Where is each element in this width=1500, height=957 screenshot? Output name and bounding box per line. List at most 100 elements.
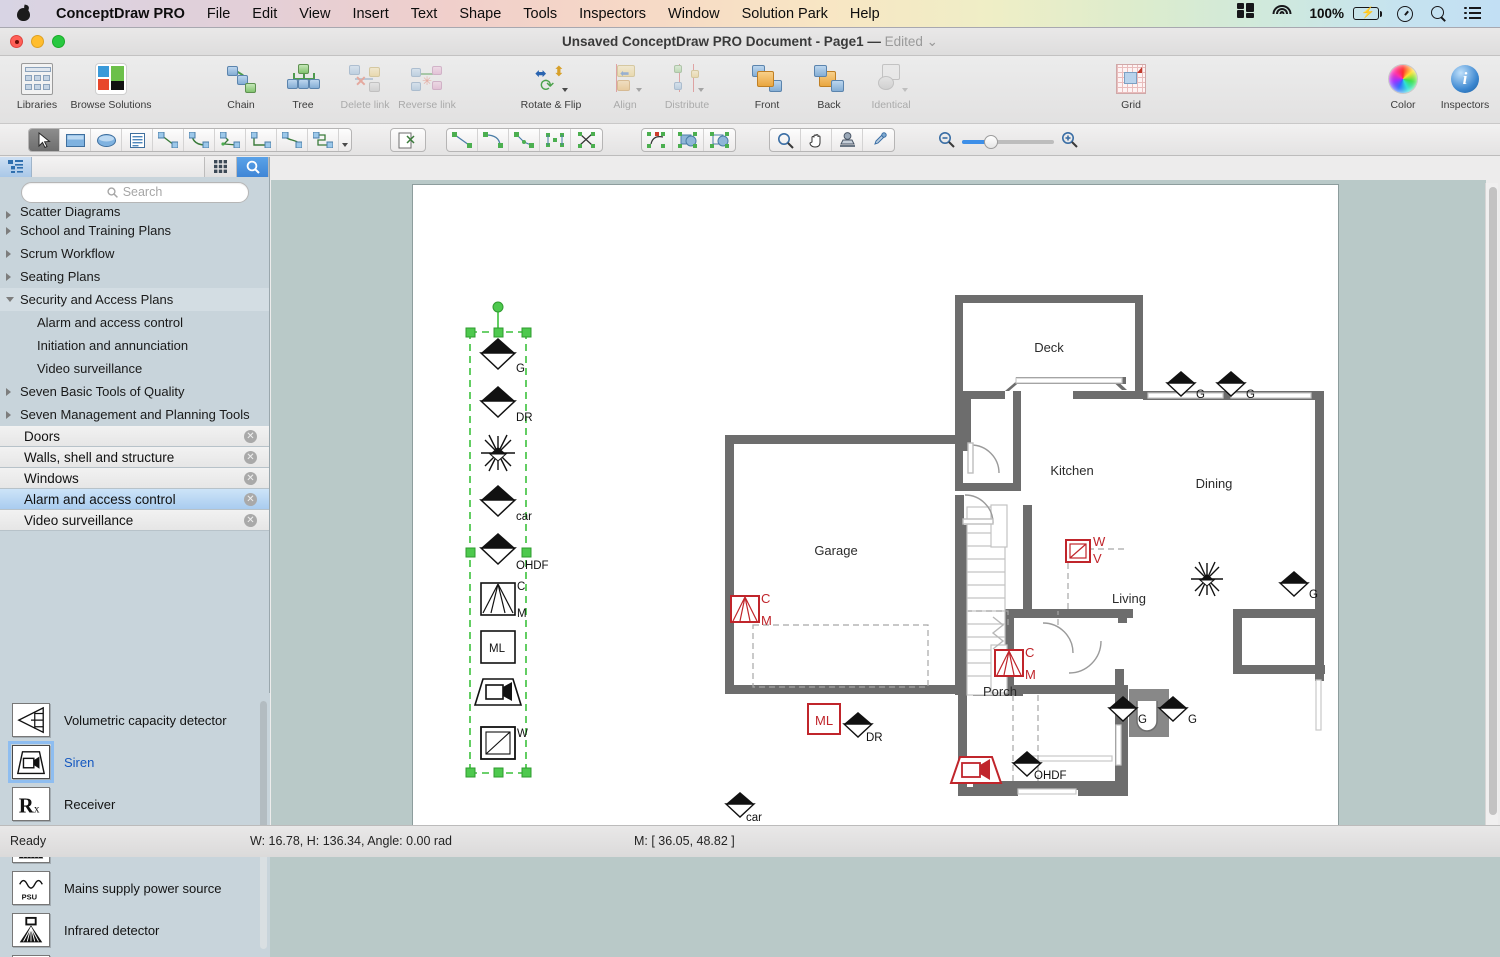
close-button[interactable] — [10, 35, 23, 48]
ribbon-front-button[interactable]: Front — [736, 60, 798, 111]
ribbon-align-button[interactable]: ⬅ Align — [594, 60, 656, 111]
floor-plan-drawing[interactable]: G DR car OHDF C M ML W Deck Kitchen Dini… — [413, 185, 1340, 828]
placed-device-volumetric-garage[interactable]: C M — [730, 591, 772, 628]
ribbon-rotate-flip-button[interactable]: ⬌ ⬍ ⟳ Rotate & Flip — [508, 60, 594, 111]
ribbon-color-button[interactable]: Color — [1372, 60, 1434, 111]
menu-edit[interactable]: Edit — [241, 0, 288, 28]
menu-file[interactable]: File — [196, 0, 241, 28]
shape-item-mains-supply-power-source[interactable]: PSU Mains supply power source — [0, 867, 270, 909]
zoom-slider-group[interactable] — [938, 131, 1078, 153]
tree-item-scrum-workflow[interactable]: Scrum Workflow — [0, 242, 269, 265]
close-icon[interactable]: ✕ — [244, 493, 257, 506]
arc-segment-tool[interactable] — [478, 129, 509, 151]
open-library-doors[interactable]: Doors ✕ — [0, 426, 269, 447]
placed-device-g-3[interactable]: G — [1278, 571, 1318, 601]
canvas-area[interactable]: G DR car OHDF C M ML W Deck Kitchen Dini… — [271, 180, 1486, 828]
stack-device-volumetric[interactable]: C M — [480, 581, 527, 620]
pointer-tool[interactable] — [29, 129, 60, 151]
stack-device-ohdf[interactable]: OHDF — [479, 533, 549, 572]
tree-item-scatter-diagrams[interactable]: Scatter Diagrams — [0, 207, 269, 219]
menu-view[interactable]: View — [288, 0, 341, 28]
menu-shape[interactable]: Shape — [448, 0, 512, 28]
placed-device-ml[interactable]: ML — [807, 703, 841, 735]
connector-options-chevron-icon[interactable] — [339, 129, 351, 151]
split-path-tool[interactable] — [540, 129, 571, 151]
hand-tool[interactable] — [801, 129, 832, 151]
ribbon-reverse-link-button[interactable]: ✳ Reverse link — [396, 60, 458, 111]
close-icon[interactable]: ✕ — [244, 451, 257, 464]
zoom-in-icon[interactable] — [1061, 131, 1078, 153]
zoom-button[interactable] — [52, 35, 65, 48]
open-library-walls-shell-and-structure[interactable]: Walls, shell and structure ✕ — [0, 447, 269, 468]
minimize-button[interactable] — [31, 35, 44, 48]
tree-item-seven-basic-tools-of-quality[interactable]: Seven Basic Tools of Quality — [0, 380, 269, 403]
menu-window[interactable]: Window — [657, 0, 731, 28]
stack-device-ml[interactable]: ML — [480, 630, 516, 664]
ribbon-inspectors-button[interactable]: i Inspectors — [1434, 60, 1496, 111]
crop-shape-tool[interactable] — [391, 129, 422, 151]
document-page[interactable]: G DR car OHDF C M ML W Deck Kitchen Dini… — [412, 184, 1339, 828]
line-segment-tool[interactable] — [447, 129, 478, 151]
scissors-tool[interactable] — [571, 129, 602, 151]
chevron-down-icon[interactable]: ⌄ — [927, 34, 938, 49]
grid-view-icon[interactable] — [205, 156, 237, 177]
tree-item-seven-management-and-planning-tools[interactable]: Seven Management and Planning Tools — [0, 403, 269, 426]
ribbon-libraries-button[interactable]: Libraries — [6, 60, 68, 111]
stack-device-car[interactable]: car — [479, 485, 532, 523]
shape-item-infrared-detector[interactable]: Infrared detector — [0, 909, 270, 951]
menu-tools[interactable]: Tools — [512, 0, 568, 28]
apple-menu[interactable] — [0, 5, 45, 22]
curved-connector-tool[interactable] — [184, 129, 215, 151]
ribbon-tree-button[interactable]: Tree — [272, 60, 334, 111]
text-block-tool[interactable] — [122, 129, 153, 151]
zoom-slider[interactable] — [962, 135, 1054, 149]
curved-route-connector-tool[interactable] — [277, 129, 308, 151]
menu-inspectors[interactable]: Inspectors — [568, 0, 657, 28]
subtract-shapes-tool[interactable] — [704, 129, 735, 151]
ellipse-tool[interactable] — [91, 129, 122, 151]
open-library-video-surveillance[interactable]: Video surveillance ✕ — [0, 510, 269, 531]
close-icon[interactable]: ✕ — [244, 514, 257, 527]
wifi-icon[interactable] — [1263, 0, 1300, 28]
open-library-alarm-and-access-control[interactable]: Alarm and access control ✕ — [0, 489, 269, 510]
tree-item-seating-plans[interactable]: Seating Plans — [0, 265, 269, 288]
ribbon-back-button[interactable]: Back — [798, 60, 860, 111]
ribbon-chain-button[interactable]: Chain — [210, 60, 272, 111]
edit-points-tool[interactable] — [642, 129, 673, 151]
zoom-tool[interactable] — [770, 129, 801, 151]
add-point-tool[interactable] — [509, 129, 540, 151]
menu-help[interactable]: Help — [839, 0, 891, 28]
multi-segment-connector-tool[interactable] — [308, 129, 339, 151]
edited-indicator[interactable]: Edited — [885, 34, 923, 49]
placed-device-dr[interactable]: DR — [842, 712, 883, 744]
library-path-field[interactable] — [32, 156, 205, 177]
eyedropper-tool[interactable] — [863, 129, 894, 151]
tree-item-school-and-training-plans[interactable]: School and Training Plans — [0, 219, 269, 242]
stack-device-dr[interactable]: DR — [479, 386, 533, 424]
format-painter-tool[interactable] — [832, 129, 863, 151]
tree-item-video-surveillance[interactable]: Video surveillance — [0, 357, 269, 380]
placed-device-volumetric-porch[interactable]: C M — [994, 645, 1036, 682]
stack-device-siren[interactable] — [473, 678, 523, 706]
tree-item-security-and-access-plans[interactable]: Security and Access Plans — [0, 288, 269, 311]
close-icon[interactable]: ✕ — [244, 430, 257, 443]
menu-text[interactable]: Text — [400, 0, 449, 28]
notification-list-icon[interactable] — [1455, 0, 1490, 28]
smart-connector-tool[interactable] — [215, 129, 246, 151]
menu-insert[interactable]: Insert — [341, 0, 399, 28]
placed-device-siren[interactable] — [949, 756, 1003, 784]
spotlight-search-icon[interactable] — [1422, 0, 1455, 28]
ribbon-browse-solutions-button[interactable]: Browse Solutions — [68, 60, 154, 111]
shape-item-volumetric-capacity-detector[interactable]: Volumetric capacity detector — [0, 699, 270, 741]
shape-item-heat-detector[interactable]: Heat detector — [0, 951, 270, 957]
shape-item-siren[interactable]: Siren — [0, 741, 270, 783]
selected-shape-stack[interactable]: G DR car OHDF C M ML W — [465, 301, 549, 778]
battery-charging-icon[interactable]: ⚡ — [1353, 0, 1388, 28]
ribbon-identical-button[interactable]: Identical — [860, 60, 922, 111]
menu-solution-park[interactable]: Solution Park — [731, 0, 839, 28]
close-icon[interactable]: ✕ — [244, 472, 257, 485]
tree-item-alarm-and-access-control[interactable]: Alarm and access control — [0, 311, 269, 334]
clock-icon[interactable] — [1388, 0, 1422, 28]
straight-connector-tool[interactable] — [153, 129, 184, 151]
right-angle-connector-tool[interactable] — [246, 129, 277, 151]
